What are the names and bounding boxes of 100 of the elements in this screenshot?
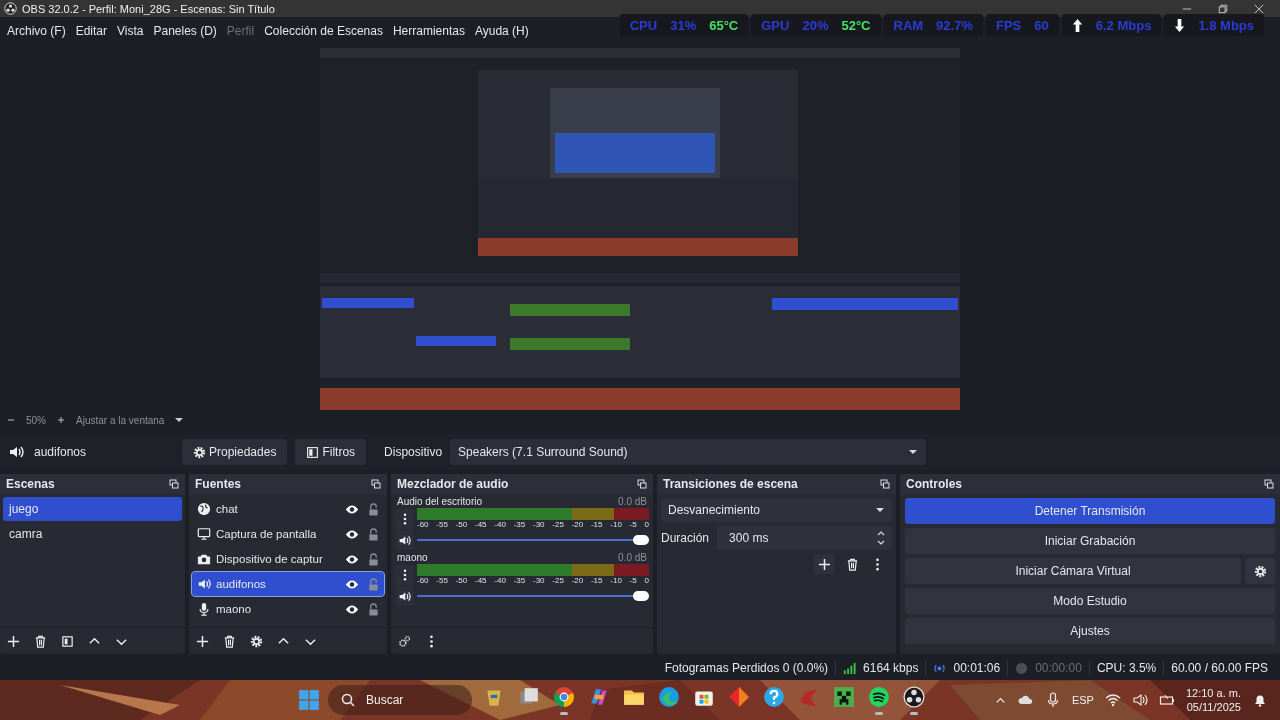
add-button[interactable] [814, 554, 834, 574]
diamond-icon[interactable] [727, 685, 750, 708]
dropped-frames: Fotogramas Perdidos 0 (0.0%) [664, 661, 829, 675]
undock-icon[interactable] [169, 479, 179, 489]
scale-label: -30 [532, 520, 545, 529]
stat-value: GPU [761, 17, 790, 33]
undock-icon[interactable] [637, 479, 647, 489]
source-item[interactable]: chat [192, 497, 384, 521]
device-label: Dispositivo [384, 445, 443, 459]
menu-item[interactable]: Herramientas [387, 23, 470, 38]
duration-label: Duración [661, 531, 710, 545]
edge-icon[interactable] [657, 685, 680, 708]
spotify-icon[interactable] [867, 685, 890, 708]
zoom-in-icon[interactable] [56, 415, 66, 425]
help-icon[interactable] [762, 685, 785, 708]
start-icon[interactable] [298, 689, 320, 711]
stat-value: 1.8 Mbps [1198, 17, 1254, 33]
eye-icon[interactable] [345, 503, 359, 515]
stat-value: 52°C [841, 17, 871, 33]
settings-button[interactable] [1245, 558, 1275, 584]
filters-button[interactable]: Filtros [295, 439, 367, 465]
unlocked-padlock-icon[interactable] [368, 552, 379, 566]
scale-label: -20 [571, 576, 584, 585]
scene-item[interactable]: juego [3, 497, 182, 521]
running-indicator [559, 711, 568, 715]
undock-icon[interactable] [1264, 479, 1274, 489]
menu-item[interactable]: Paneles (D) [148, 23, 222, 38]
gear-icon[interactable] [250, 634, 263, 648]
properties-button[interactable]: Propiedades [182, 439, 288, 465]
mute-button[interactable] [395, 586, 414, 606]
scale-label: -60 [417, 520, 429, 529]
control-button[interactable]: Modo Estudio [905, 588, 1275, 614]
slider-thumb[interactable] [633, 591, 649, 601]
transition-dropdown[interactable]: Desvanecimiento [661, 498, 892, 522]
menu-item[interactable]: Colección de Escenas [259, 23, 388, 38]
volume-slider[interactable] [417, 589, 649, 603]
zoom-level: 50% [26, 414, 46, 426]
unlocked-padlock-icon[interactable] [368, 602, 379, 616]
scale-label: -10 [610, 576, 622, 585]
stat-value: 6.2 Mbps [1095, 17, 1152, 33]
scale-label: -35 [513, 520, 526, 529]
menu-item[interactable]: Editar [70, 23, 113, 38]
up-arrow-icon [1071, 18, 1083, 32]
trash-icon[interactable] [223, 634, 236, 648]
eye-icon[interactable] [345, 603, 359, 615]
volume-icon[interactable] [1131, 692, 1148, 708]
stat-value: 20% [802, 17, 829, 33]
trash-icon[interactable] [846, 557, 859, 571]
app-logo-icon [4, 2, 17, 15]
stat-value: 31% [670, 17, 697, 33]
gears-icon[interactable] [398, 634, 411, 648]
chrome-icon[interactable] [552, 685, 575, 708]
source-item[interactable]: Captura de pantalla [192, 522, 384, 546]
record-time: 00:00:00 [1035, 661, 1082, 675]
undock-icon[interactable] [371, 479, 381, 489]
source-item[interactable]: audifonos [192, 572, 384, 596]
filter-icon[interactable] [61, 634, 74, 648]
slider-thumb[interactable] [633, 535, 649, 545]
battery-icon[interactable] [1158, 692, 1175, 708]
fit-window-option[interactable]: Ajustar a la ventana [76, 414, 165, 426]
scale-label: -60 [417, 576, 429, 585]
language-indicator[interactable]: ESP [1071, 694, 1094, 706]
add-icon[interactable] [196, 634, 209, 648]
wifi-icon[interactable] [1104, 692, 1121, 708]
trash-icon[interactable] [34, 634, 47, 648]
stat-value: RAM [893, 17, 924, 33]
bitrate: 6164 kbps [863, 661, 919, 675]
signal-bars-icon [843, 661, 857, 675]
eye-icon[interactable] [345, 528, 359, 540]
restore-icon[interactable] [1218, 3, 1228, 14]
menu-item[interactable]: Ayuda (H) [469, 23, 534, 38]
taskbar-search[interactable]: Buscar [328, 685, 472, 715]
close-icon[interactable] [1254, 3, 1264, 14]
control-button[interactable]: Ajustes [905, 618, 1275, 644]
eye-icon[interactable] [345, 553, 359, 565]
stat-value: 60 [1034, 17, 1049, 33]
scale-label: 0 [644, 576, 649, 585]
add-icon[interactable] [7, 634, 20, 648]
control-button[interactable]: Iniciar Grabación [905, 528, 1275, 554]
dropdown-caret-icon[interactable] [174, 415, 185, 425]
device-dropdown[interactable]: Speakers (7.1 Surround Sound) [450, 439, 927, 465]
menu-item[interactable]: Archivo (F) [2, 23, 71, 38]
duration-field[interactable]: 300 ms [717, 526, 892, 550]
control-button[interactable]: Iniciar Cámara Virtual [905, 558, 1241, 584]
unlocked-padlock-icon[interactable] [368, 502, 379, 516]
source-item[interactable]: Dispositivo de captur [192, 547, 384, 571]
eye-icon[interactable] [345, 578, 359, 590]
control-button[interactable]: Detener Transmisión [905, 498, 1275, 524]
scene-item[interactable]: camra [3, 522, 182, 546]
stat-value: FPS [996, 17, 1022, 33]
source-item[interactable]: maono [192, 597, 384, 621]
scale-label: -10 [610, 520, 622, 529]
fps-readout: 60.00 / 60.00 FPS [1171, 661, 1268, 675]
unlocked-padlock-icon[interactable] [368, 527, 379, 541]
menu-item[interactable]: Vista [112, 23, 149, 38]
mute-button[interactable] [395, 530, 414, 550]
volume-slider[interactable] [417, 533, 649, 547]
obs-icon[interactable] [902, 685, 925, 708]
caret-icon [875, 505, 885, 515]
undock-icon[interactable] [880, 479, 890, 489]
